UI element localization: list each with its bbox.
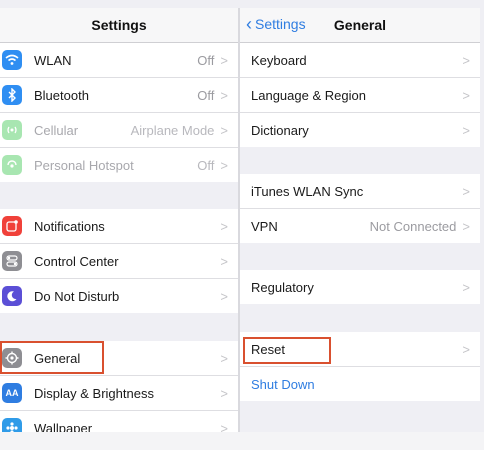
settings-pane: Settings WLAN Off > Bluetooth Off > Cell…: [0, 8, 238, 432]
chevron-right-icon: >: [462, 279, 470, 295]
sidebar-item-label: Do Not Disturb: [34, 288, 120, 304]
settings-item-cellular[interactable]: Cellular Airplane Mode >: [0, 113, 238, 148]
chevron-right-icon: >: [220, 52, 228, 68]
shut-down-button: Shut Down: [251, 376, 315, 392]
chevron-right-icon: >: [462, 122, 470, 138]
page-title: General: [333, 17, 387, 33]
general-navbar: ‹ Settings General: [240, 8, 480, 43]
sidebar-item-label: Control Center: [34, 253, 119, 269]
sidebar-item-label: Wallpaper: [34, 420, 93, 433]
chevron-right-icon: >: [462, 87, 470, 103]
status-value: Off: [197, 52, 215, 68]
sidebar-item-label: Personal Hotspot: [34, 157, 134, 173]
settings-item-wlan[interactable]: WLAN Off >: [0, 43, 238, 78]
page-title: Settings: [91, 17, 147, 33]
sidebar-item-label: Bluetooth: [34, 87, 89, 103]
control-center-icon: [2, 251, 22, 271]
screenshot-frame: Settings WLAN Off > Bluetooth Off > Cell…: [0, 0, 484, 432]
general-item-vpn[interactable]: VPN Not Connected >: [240, 209, 480, 243]
chevron-right-icon: >: [220, 385, 228, 401]
text-size-icon: AA: [2, 383, 22, 403]
settings-item-control-center[interactable]: Control Center >: [0, 244, 238, 279]
wallpaper-icon: [2, 418, 22, 432]
chevron-right-icon: >: [220, 87, 228, 103]
list-item-label: Regulatory: [251, 279, 314, 295]
settings-item-wallpaper[interactable]: Wallpaper >: [0, 411, 238, 432]
bluetooth-icon: [2, 85, 22, 105]
settings-item-display[interactable]: AA Display & Brightness >: [0, 376, 238, 411]
chevron-right-icon: >: [220, 122, 228, 138]
reset-highlight-box: [243, 337, 331, 364]
sidebar-item-label: Notifications: [34, 218, 105, 234]
settings-item-bluetooth[interactable]: Bluetooth Off >: [0, 78, 238, 113]
general-item-keyboard[interactable]: Keyboard >: [240, 43, 480, 78]
list-item-label: iTunes WLAN Sync: [251, 183, 364, 199]
chevron-right-icon: >: [462, 183, 470, 199]
settings-navbar: Settings: [0, 8, 238, 43]
status-value: Off: [197, 157, 215, 173]
bottom-strip: [0, 432, 484, 450]
sidebar-item-label: WLAN: [34, 52, 72, 68]
general-item-regulatory[interactable]: Regulatory >: [240, 270, 480, 304]
chevron-right-icon: >: [220, 288, 228, 304]
moon-icon: [2, 286, 22, 306]
chevron-right-icon: >: [462, 218, 470, 234]
sidebar-item-label: Display & Brightness: [34, 385, 154, 401]
general-item-itunes-sync[interactable]: iTunes WLAN Sync >: [240, 174, 480, 209]
hotspot-icon: [2, 155, 22, 175]
settings-item-do-not-disturb[interactable]: Do Not Disturb >: [0, 279, 238, 313]
notifications-icon: [2, 216, 22, 236]
chevron-right-icon: >: [220, 253, 228, 269]
chevron-right-icon: >: [462, 341, 470, 357]
status-value: Airplane Mode: [130, 122, 215, 138]
list-item-label: Language & Region: [251, 87, 366, 103]
general-highlight-box: [0, 341, 104, 374]
chevron-right-icon: >: [220, 157, 228, 173]
list-item-label: Dictionary: [251, 122, 309, 138]
cellular-icon: [2, 120, 22, 140]
chevron-right-icon: >: [220, 420, 228, 433]
general-item-shut-down[interactable]: Shut Down: [240, 367, 480, 401]
general-pane: ‹ Settings General Keyboard > Language &…: [240, 8, 480, 432]
sidebar-item-label: Cellular: [34, 122, 79, 138]
list-item-label: VPN: [251, 218, 278, 234]
list-item-label: Keyboard: [251, 52, 307, 68]
chevron-right-icon: >: [220, 350, 228, 366]
general-item-dictionary[interactable]: Dictionary >: [240, 113, 480, 147]
wifi-icon: [2, 50, 22, 70]
general-item-language-region[interactable]: Language & Region >: [240, 78, 480, 113]
status-value: Not Connected: [369, 218, 457, 234]
chevron-right-icon: >: [462, 52, 470, 68]
chevron-right-icon: >: [220, 218, 228, 234]
status-value: Off: [197, 87, 215, 103]
settings-item-hotspot[interactable]: Personal Hotspot Off >: [0, 148, 238, 182]
settings-item-notifications[interactable]: Notifications >: [0, 209, 238, 244]
